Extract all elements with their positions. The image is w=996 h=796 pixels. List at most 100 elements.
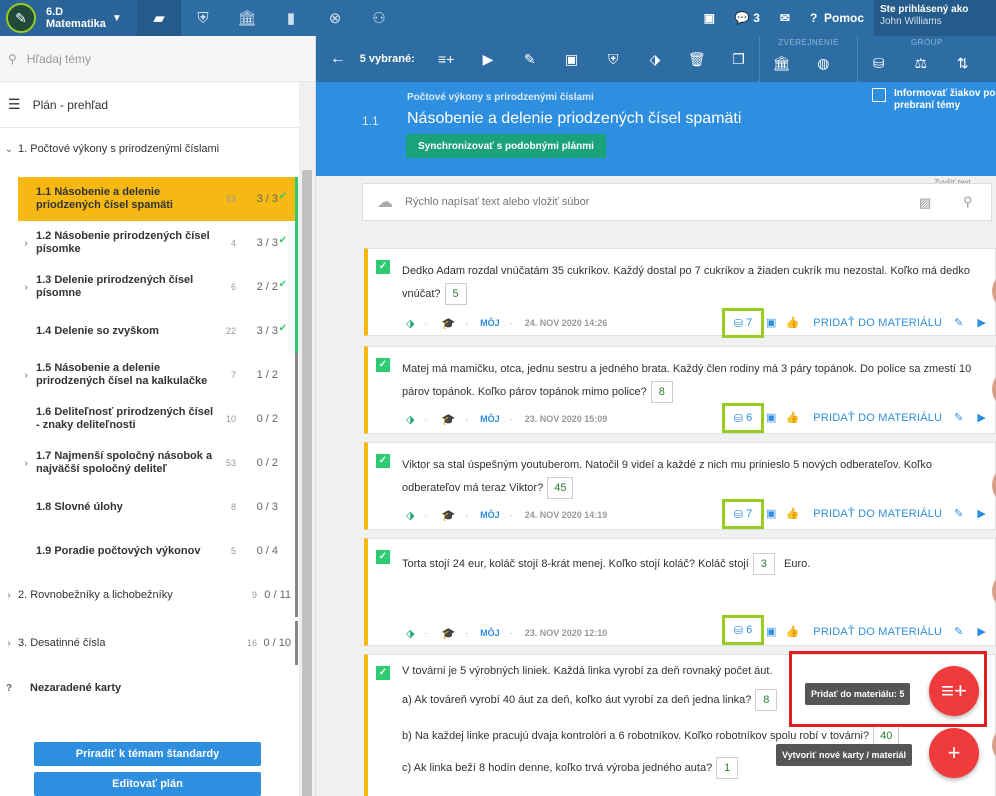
trash-icon[interactable]: 🗑 xyxy=(676,51,718,68)
add-to-material-button[interactable]: PRIDAŤ DO MATERIÁLU xyxy=(813,626,942,638)
graduation-cap-icon[interactable]: 🎓 xyxy=(441,413,455,426)
create-card-fab[interactable]: + xyxy=(929,728,979,778)
card-checkbox[interactable]: ✓ xyxy=(376,666,390,680)
topic-1-2[interactable]: › 1.2 Násobenie prirodzených čísel písom… xyxy=(18,221,298,265)
cast-icon[interactable]: ▣ xyxy=(766,507,776,520)
briefcase-icon[interactable]: ▰ xyxy=(137,0,181,36)
paperclip-icon[interactable]: ⚲ xyxy=(963,194,973,210)
database-count[interactable]: ⛁ 6 xyxy=(722,615,764,645)
database-count[interactable]: ⛁ 6 xyxy=(722,403,764,433)
topic-1-7[interactable]: › 1.7 Najmenší spoločný násobok a najväč… xyxy=(18,441,298,485)
institution-icon[interactable]: 🏛 xyxy=(760,55,802,72)
chat-button[interactable]: 💬 3 xyxy=(725,11,770,25)
cast-icon[interactable]: ▣ xyxy=(551,51,593,68)
quick-input[interactable]: ☁ Rýchlo napísať text alebo vložiť súbor… xyxy=(362,183,992,221)
plan-overview[interactable]: ☰ Plán - prehľad xyxy=(0,82,315,128)
database-count[interactable]: ⛁ 7 xyxy=(722,499,764,529)
play-icon[interactable]: ▶ xyxy=(977,411,985,424)
tag-icon[interactable]: ⬗ xyxy=(406,627,414,640)
section-3[interactable]: › 3. Desatinné čísla 16 0 / 10 xyxy=(0,621,298,665)
card-checkbox[interactable]: ✓ xyxy=(376,260,390,274)
card-checkbox[interactable]: ✓ xyxy=(376,358,390,372)
play-icon[interactable]: ▶ xyxy=(977,507,985,520)
play-icon[interactable]: ▶ xyxy=(977,316,985,329)
add-to-material-button[interactable]: PRIDAŤ DO MATERIÁLU xyxy=(813,317,942,329)
thumbs-up-icon[interactable]: 👍 xyxy=(786,625,800,638)
tag-icon[interactable]: ⬗ xyxy=(406,413,414,426)
database-count[interactable]: ⛁ 7 xyxy=(722,308,764,338)
chevron-right-icon[interactable]: › xyxy=(18,238,34,249)
pencil-icon[interactable]: ✎ xyxy=(954,507,963,520)
bar-chart-icon[interactable]: ▮ xyxy=(269,0,313,36)
graduation-cap-icon[interactable]: 🎓 xyxy=(441,509,455,522)
cast-icon[interactable]: ▣ xyxy=(766,316,776,329)
tag-icon[interactable]: ⬗ xyxy=(406,509,414,522)
image-icon[interactable]: ▨ xyxy=(919,195,931,211)
tag-icon[interactable]: ⬗ xyxy=(406,317,414,330)
pencil-icon[interactable]: ✎ xyxy=(954,316,963,329)
answer-box[interactable]: 8 xyxy=(755,689,778,711)
card-4[interactable]: ✓ Torta stojí 24 eur, koláč stojí 8-krát… xyxy=(364,538,996,646)
add-to-material-button[interactable]: PRIDAŤ DO MATERIÁLU xyxy=(813,508,942,520)
answer-box[interactable]: 3 xyxy=(752,553,775,576)
checkbox[interactable] xyxy=(872,88,886,102)
class-switcher[interactable]: ✎ 6.D Matematika ▼ xyxy=(0,0,137,36)
shield-icon[interactable]: ⛨ xyxy=(181,0,225,36)
playlist-add-icon[interactable]: ≡+ xyxy=(425,51,467,67)
search-input[interactable]: Hľadaj témy xyxy=(27,52,91,66)
topic-1-9[interactable]: 1.9 Poradie počtových výkonov 5 0 / 4 xyxy=(18,529,298,573)
card-checkbox[interactable]: ✓ xyxy=(376,550,390,564)
graduation-cap-icon[interactable]: 🎓 xyxy=(441,317,455,330)
section-2[interactable]: › 2. Rovnobežníky a lichobežníky 9 0 / 1… xyxy=(0,573,298,617)
shield-icon[interactable]: ⛨ xyxy=(592,51,634,68)
edit-plan-button[interactable]: Editovať plán xyxy=(34,772,261,796)
globe-icon[interactable]: ◍ xyxy=(802,55,844,72)
database-icon[interactable]: ⛁ xyxy=(858,55,900,72)
cast-icon[interactable]: ▣ xyxy=(766,411,776,424)
add-to-material-fab[interactable]: ≡+ xyxy=(929,666,979,716)
card-1[interactable]: ✓ Dedko Adam rozdal vnúčatám 35 cukríkov… xyxy=(364,248,996,338)
cloud-upload-icon[interactable]: ☁ xyxy=(377,192,393,212)
card-checkbox[interactable]: ✓ xyxy=(376,454,390,468)
answer-box[interactable]: 5 xyxy=(444,283,467,306)
sidebar-scrollbar[interactable] xyxy=(299,82,315,796)
topic-1-8[interactable]: 1.8 Slovné úlohy 8 0 / 3 xyxy=(18,485,298,529)
user-menu[interactable]: Ste prihlásený ako John Williams xyxy=(874,0,996,36)
sync-button[interactable]: Synchronizovať s podobnými plánmi xyxy=(406,134,606,158)
topic-1-3[interactable]: › 1.3 Delenie prirodzených čísel písomne… xyxy=(18,265,298,309)
topic-search[interactable]: ⚲ Hľadaj témy xyxy=(0,36,315,82)
compass-icon[interactable]: ⊗ xyxy=(313,0,357,36)
topic-1-5[interactable]: › 1.5 Násobenie a delenie prirodzených č… xyxy=(18,353,298,397)
unassigned-cards[interactable]: ? Nezaradené karty xyxy=(0,677,298,699)
answer-box[interactable]: 45 xyxy=(547,477,574,500)
topic-1-1[interactable]: 1.1 Násobenie a delenie priodzených číse… xyxy=(18,177,298,221)
card-3[interactable]: ✓ Viktor sa stal úspešným youtuberom. Na… xyxy=(364,442,996,530)
institution-icon[interactable]: 🏛 xyxy=(225,0,269,36)
sort-icon[interactable]: ⇅ xyxy=(942,55,984,72)
chevron-right-icon[interactable]: › xyxy=(18,458,34,469)
scale-icon[interactable]: ⚖ xyxy=(900,55,942,72)
thumbs-up-icon[interactable]: 👍 xyxy=(786,507,800,520)
pencil-icon[interactable]: ✎ xyxy=(509,51,551,68)
play-icon[interactable]: ▶ xyxy=(977,625,985,638)
back-arrow-icon[interactable]: ← xyxy=(316,50,360,68)
card-2[interactable]: ✓ Matej má mamičku, otca, jednu sestru a… xyxy=(364,346,996,434)
inform-students-checkbox[interactable]: Informovať žiakov po prebraní témy xyxy=(872,88,996,112)
cast-icon[interactable]: ▣ xyxy=(766,625,776,638)
walking-icon[interactable]: ⚇ xyxy=(357,0,401,36)
chevron-right-icon[interactable]: › xyxy=(18,282,34,293)
topic-1-6[interactable]: 1.6 Deliteľnosť prirodzených čísel - zna… xyxy=(18,397,298,441)
pencil-icon[interactable]: ✎ xyxy=(954,411,963,424)
tag-icon[interactable]: ⬗ xyxy=(634,51,676,68)
thumbs-up-icon[interactable]: 👍 xyxy=(786,316,800,329)
section-1[interactable]: ⌄ 1. Počtové výkony s prirodzenými čísla… xyxy=(0,138,298,160)
scroll-thumb[interactable] xyxy=(302,170,312,796)
mail-icon[interactable]: ✉ xyxy=(770,11,800,25)
pencil-icon[interactable]: ✎ xyxy=(954,625,963,638)
copy-icon[interactable]: ❐ xyxy=(718,51,760,68)
cast-icon[interactable]: ▣ xyxy=(694,11,725,25)
help-button[interactable]: ? Pomoc xyxy=(800,11,874,25)
answer-box[interactable]: 8 xyxy=(650,381,673,404)
topic-1-4[interactable]: 1.4 Delenie so zvyškom 22 3 / 3 ✔ xyxy=(18,309,298,353)
chevron-right-icon[interactable]: › xyxy=(18,370,34,381)
